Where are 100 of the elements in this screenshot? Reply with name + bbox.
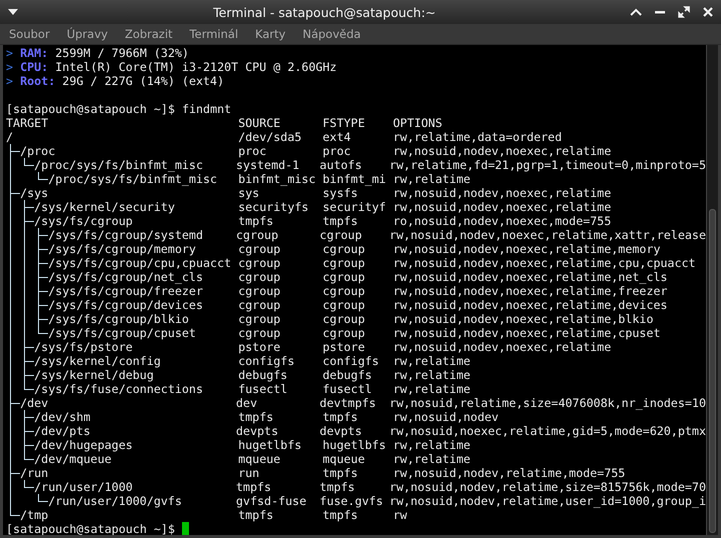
mount-source: securityfs [238,200,309,214]
mount-fstype: cgroup [320,228,362,242]
mount-fstype: mqueue [322,452,365,466]
mount-fstype: cgroup [322,284,365,298]
mount-target: /sys/fs/cgroup/memory [48,242,196,256]
mount-source: mqueue [238,452,280,466]
mount-fstype: proc [322,144,351,158]
mount-source: cgroup [238,242,280,256]
mount-fstype: sysfs [322,186,358,200]
mount-fstype: tmpfs [322,508,358,522]
mount-options: ro,nosuid,nodev,noexec,mode=755 [393,214,612,228]
maximize-icon[interactable] [677,5,691,19]
mount-options: rw,relatime [393,382,470,396]
mount-fstype: tmpfs [322,214,358,228]
menu-item[interactable]: Nápověda [302,27,361,41]
mount-options: rw,nosuid,nodev,noexec,relatime [393,144,612,158]
mount-options: rw,nosuid,relatime,size=4076008k,nr_inodes=10 [389,396,706,410]
mount-options: rw,relatime [393,438,470,452]
mount-source: debugfs [238,368,288,382]
mount-fstype: hugetlbfs [322,438,386,452]
menu-item[interactable]: Karty [255,27,286,41]
mount-target: /sys/fs/pstore [34,340,133,354]
info-value: 2599M / 7966M (32%) [55,46,189,60]
info-value: Intel(R) Core(TM) i3-2120T CPU @ 2.60GHz [55,60,337,74]
menu-item[interactable]: Zobrazit [124,27,173,41]
mount-target: /sys/fs/cgroup/net_cls [48,270,203,284]
menu-item[interactable]: Úpravy [66,27,108,41]
mount-source: cgroup [238,312,280,326]
mount-target: /sys/kernel/security [34,200,175,214]
mount-fstype: ext4 [322,130,351,144]
mount-options: rw,nosuid,nodev,relatime,size=815756k,mode=70 [389,480,706,494]
mount-source: sys [238,186,260,200]
mount-target: / [6,130,14,144]
prompt-marker: > [6,60,14,74]
window-title: Terminal - satapouch@satapouch:~ [212,4,437,20]
mount-source: dev [236,396,258,410]
column-header: SOURCE [238,116,280,130]
mount-source: cgroup [238,284,280,298]
mount-source: /dev/sda5 [238,130,302,144]
mount-options: rw,nosuid,nodev,noexec,relatime [393,200,612,214]
prompt-marker: > [6,74,14,88]
mount-source: devpts [236,424,278,438]
mount-source: configfs [238,354,294,368]
column-header: TARGET [6,116,48,130]
close-icon[interactable] [701,5,715,19]
mount-target: /sys/fs/cgroup [34,214,133,228]
mount-source: cgroup [238,256,280,270]
mount-source: run [238,466,260,480]
mount-target: /run/user/1000 [34,480,133,494]
mount-fstype: securityf [322,200,386,214]
mount-options: rw,nosuid,nodev,noexec,relatime,cpu,cpuacct [393,256,696,270]
prompt-marker: > [6,46,14,60]
info-label: Root: [20,74,56,88]
mount-target: /proc/sys/fs/binfmt_misc [34,158,204,172]
mount-target: /sys/fs/fuse/connections [34,382,204,396]
scrollbar[interactable] [706,45,718,535]
mount-fstype: pstore [322,340,365,354]
mount-fstype: fusectl [322,382,372,396]
mount-options: rw [393,508,408,522]
column-header: OPTIONS [393,116,442,130]
mount-options: rw,nosuid,nodev,noexec,relatime,xattr,release [389,228,706,242]
mount-target: /sys/kernel/debug [34,368,154,382]
mount-fstype: autofs [320,158,362,172]
mount-fstype: tmpfs [322,466,358,480]
mount-options: rw,nosuid,nodev,noexec,relatime,blkio [393,312,654,326]
info-label: CPU: [20,60,48,74]
mount-options: rw,relatime [393,452,470,466]
info-label: RAM: [20,46,48,60]
mount-target: /dev/hugepages [34,438,133,452]
mount-options: rw,nosuid,nodev [393,410,499,424]
mount-target: /sys/fs/cgroup/cpu,cpuacct [48,256,232,270]
mount-fstype: cgroup [322,312,365,326]
mount-options: rw,nosuid,nodev,noexec,relatime,cpuset [393,326,660,340]
mount-fstype: fuse.gvfs [320,494,383,508]
mount-target: /proc [20,144,56,158]
mount-source: binfmt_misc [238,172,316,186]
info-value: 29G / 227G (14%) (ext4) [62,74,224,88]
mount-fstype: cgroup [322,256,365,270]
mount-source: proc [238,144,266,158]
mount-target: /sys/fs/cgroup/systemd [48,228,203,242]
mount-options: rw,relatime,fd=21,pgrp=1,timeout=0,minproto=5 [389,158,706,172]
mount-source: tmpfs [238,214,274,228]
mount-target: /dev/mqueue [34,452,112,466]
mount-fstype: tmpfs [322,410,358,424]
cursor [182,522,189,535]
mount-fstype: cgroup [322,298,365,312]
mount-fstype: cgroup [322,242,365,256]
scrollbar-thumb[interactable] [709,209,716,533]
menu-item[interactable]: Soubor [9,27,50,41]
mount-options: rw,nosuid,nodev,noexec,relatime,freezer [393,284,668,298]
menu-item[interactable]: Terminál [190,27,238,41]
mount-target: /sys [20,186,48,200]
mount-fstype: devtmpfs [320,396,376,410]
mount-target: /run [20,466,48,480]
mount-options: rw,nosuid,noexec,relatime,gid=5,mode=620,ptmx [389,424,706,438]
mount-target: /sys/kernel/config [34,354,161,368]
mount-options: rw,nosuid,nodev,relatime,user_id=1000,group_i [389,494,706,508]
mount-options: rw,nosuid,nodev,noexec,relatime,net_cls [393,270,668,284]
mount-fstype: cgroup [322,270,365,284]
mount-fstype: binfmt_mi [322,172,386,186]
